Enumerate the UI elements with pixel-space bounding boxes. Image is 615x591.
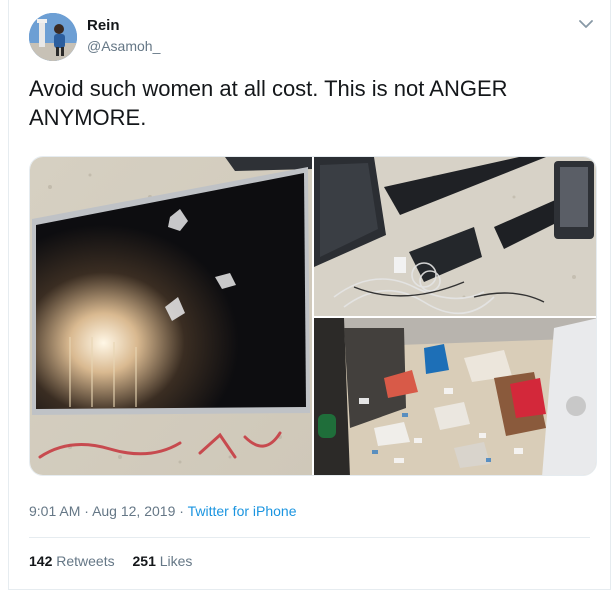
meta-separator: · [84, 503, 89, 519]
tweet-date[interactable]: Aug 12, 2019 [92, 503, 175, 519]
divider [29, 537, 590, 538]
likes-label: Likes [159, 553, 193, 569]
messy-room-photo[interactable] [314, 318, 596, 475]
author-name[interactable]: Rein [87, 17, 120, 34]
tweet-time[interactable]: 9:01 AM [29, 503, 80, 519]
author-handle[interactable]: @Asamoh_ [87, 38, 160, 54]
retweets-count: 142 [29, 553, 53, 569]
broken-speakers-photo[interactable] [314, 157, 596, 316]
tweet-meta: 9:01 AM · Aug 12, 2019 · Twitter for iPh… [29, 503, 297, 519]
retweets-label: Retweets [56, 553, 115, 569]
likes-stat[interactable]: 251 Likes [133, 553, 193, 569]
tweet-card: Rein @Asamoh_ Avoid such women at all co… [8, 0, 611, 590]
likes-count: 251 [132, 553, 156, 569]
tweet-stats: 142 Retweets 251 Likes [29, 553, 206, 569]
chevron-down-icon[interactable] [576, 14, 596, 34]
tweet-text: Avoid such women at all cost. This is no… [29, 76, 508, 130]
meta-separator: · [179, 503, 184, 519]
avatar[interactable] [29, 13, 77, 61]
retweets-stat[interactable]: 142 Retweets [29, 553, 115, 569]
tweet-source-link[interactable]: Twitter for iPhone [188, 503, 297, 519]
photo-grid [29, 156, 597, 476]
broken-tv-photo[interactable] [30, 157, 312, 475]
